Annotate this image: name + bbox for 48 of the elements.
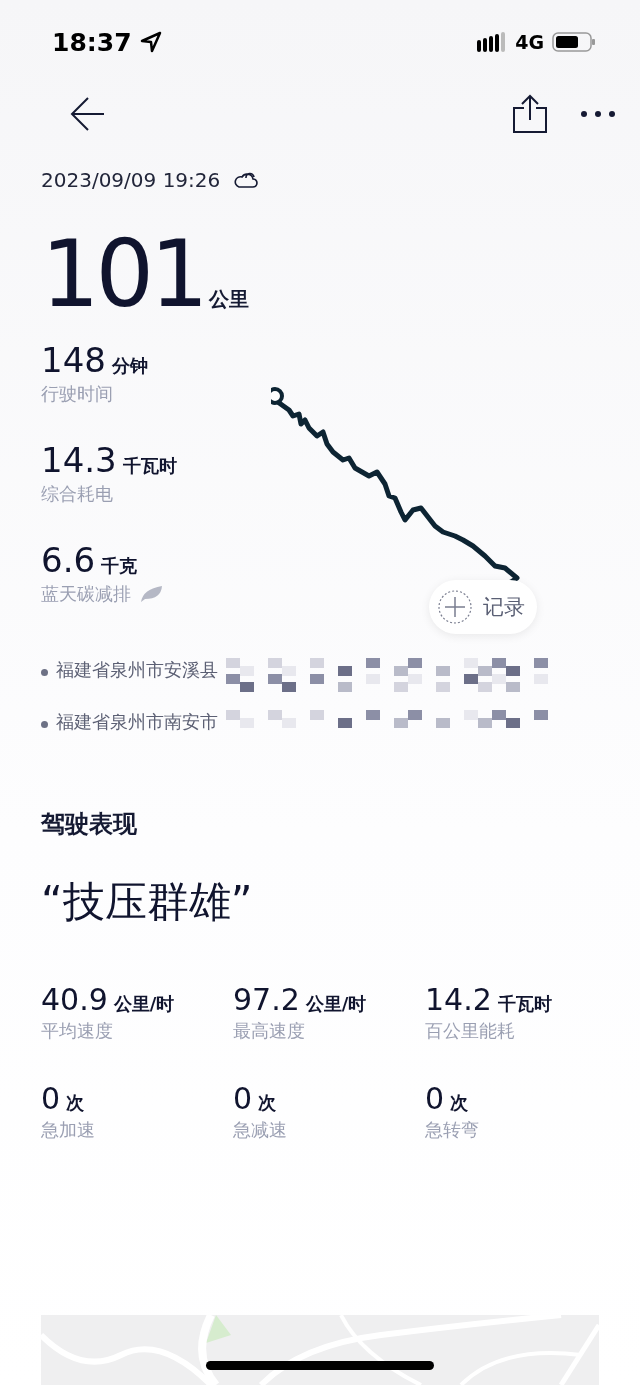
metric-value: 97.2 [233, 982, 300, 1017]
trip-datetime: 2023/09/09 19:26 [41, 168, 221, 192]
stat-value: 148 [41, 340, 106, 380]
status-time: 18:37 [52, 27, 132, 57]
metric-unit: 次 [258, 1091, 277, 1115]
cloud-icon [234, 171, 259, 189]
metric-unit: 次 [66, 1091, 85, 1115]
share-button[interactable] [512, 94, 548, 134]
signal-icon [477, 32, 508, 52]
stat-unit: 千克 [101, 554, 138, 578]
stat-label: 行驶时间 [41, 382, 113, 406]
metric-label: 最高速度 [233, 1019, 306, 1043]
metric-value: 0 [233, 1081, 253, 1116]
metric-unit: 公里/时 [113, 992, 175, 1016]
metric-unit: 公里/时 [305, 992, 367, 1016]
address-text: 福建省泉州市安溪县 [56, 658, 218, 682]
metric-label: 急减速 [233, 1118, 288, 1142]
metric-value: 40.9 [41, 982, 108, 1017]
leaf-icon [139, 585, 163, 603]
address-text: 福建省泉州市南安市 [56, 710, 218, 734]
metric-label: 百公里能耗 [425, 1019, 516, 1043]
location-arrow-icon [139, 31, 162, 53]
address-bullet [41, 669, 48, 676]
metric-value: 14.2 [425, 982, 492, 1017]
network-label: 4G [515, 31, 544, 53]
record-button[interactable]: 记录 [429, 580, 537, 634]
section-title: 驾驶表现 [41, 809, 138, 840]
stat-unit: 千瓦时 [122, 454, 177, 478]
back-button[interactable] [70, 96, 106, 132]
stat-value: 14.3 [41, 440, 117, 480]
add-icon [437, 589, 473, 625]
stat-label: 综合耗电 [41, 482, 113, 506]
metric-label: 平均速度 [41, 1019, 114, 1043]
metric-label: 急加速 [41, 1118, 96, 1142]
battery-icon [552, 32, 596, 52]
distance-unit: 公里 [208, 286, 249, 313]
stat-label: 蓝天碳减排 [41, 582, 131, 606]
metric-label: 急转弯 [425, 1118, 480, 1142]
driving-rating: “技压群雄” [41, 876, 254, 928]
more-button[interactable] [580, 110, 616, 118]
metric-value: 0 [41, 1081, 61, 1116]
metric-unit: 千瓦时 [497, 992, 552, 1016]
stat-unit: 分钟 [111, 354, 148, 378]
distance-value: 101 [41, 230, 205, 320]
metric-unit: 次 [450, 1091, 469, 1115]
metric-value: 0 [425, 1081, 445, 1116]
address-bullet [41, 721, 48, 728]
stat-value: 6.6 [41, 540, 96, 580]
